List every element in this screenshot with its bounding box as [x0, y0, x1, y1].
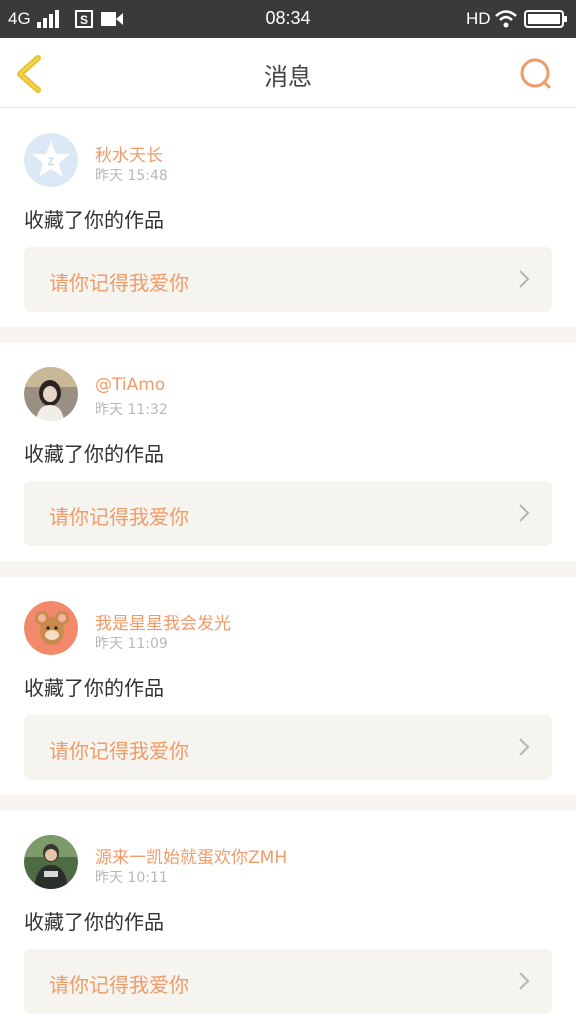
svg-text:Z: Z	[48, 156, 55, 168]
avatar[interactable]	[24, 835, 78, 889]
avatar[interactable]	[24, 601, 78, 655]
message-action: 收藏了你的作品	[24, 676, 164, 700]
message-time: 昨天 11:09	[95, 636, 168, 652]
chevron-right-icon	[519, 738, 530, 756]
message-time: 昨天 10:11	[95, 870, 168, 886]
sender-name[interactable]: @TiAmo	[95, 375, 165, 395]
separator	[0, 795, 576, 811]
nav-bar: 消息	[0, 38, 576, 108]
work-link[interactable]: 请你记得我爱你	[24, 247, 552, 312]
work-link[interactable]: 请你记得我爱你	[24, 715, 552, 780]
sender-name[interactable]: 秋水天长	[95, 141, 163, 166]
work-link[interactable]: 请你记得我爱你	[24, 949, 552, 1014]
chevron-right-icon	[519, 972, 530, 990]
message-action: 收藏了你的作品	[24, 208, 164, 232]
search-icon[interactable]	[518, 56, 554, 92]
work-title: 请你记得我爱你	[49, 505, 189, 529]
wifi-icon	[495, 10, 517, 28]
chevron-right-icon	[519, 504, 530, 522]
work-link[interactable]: 请你记得我爱你	[24, 481, 552, 546]
message-card: @TiAmo 昨天 11:32 收藏了你的作品 请你记得我爱你	[0, 343, 576, 561]
chevron-right-icon	[519, 270, 530, 288]
message-time: 昨天 11:32	[95, 402, 168, 418]
work-title: 请你记得我爱你	[49, 973, 189, 997]
message-card: Z 秋水天长 昨天 15:48 收藏了你的作品 请你记得我爱你	[0, 109, 576, 327]
message-time: 昨天 15:48	[95, 168, 168, 184]
separator	[0, 561, 576, 577]
message-card: 我是星星我会发光 昨天 11:09 收藏了你的作品 请你记得我爱你	[0, 577, 576, 795]
sender-name[interactable]: 我是星星我会发光	[95, 609, 231, 634]
battery-icon	[524, 10, 567, 28]
hd-indicator: HD	[466, 9, 491, 28]
separator	[0, 327, 576, 343]
page-title: 消息	[264, 63, 312, 91]
avatar[interactable]	[24, 367, 78, 421]
message-list: Z 秋水天长 昨天 15:48 收藏了你的作品 请你记得我爱你 @TiAmo 昨…	[0, 109, 576, 1029]
sender-name[interactable]: 源来一凯始就蛋欢你ZMH	[95, 843, 287, 868]
message-action: 收藏了你的作品	[24, 910, 164, 934]
work-title: 请你记得我爱你	[49, 271, 189, 295]
avatar[interactable]: Z	[24, 133, 78, 187]
status-bar: 4G S 08:34 HD	[0, 0, 576, 38]
message-action: 收藏了你的作品	[24, 442, 164, 466]
work-title: 请你记得我爱你	[49, 739, 189, 763]
message-card: 源来一凯始就蛋欢你ZMH 昨天 10:11 收藏了你的作品 请你记得我爱你	[0, 811, 576, 1029]
